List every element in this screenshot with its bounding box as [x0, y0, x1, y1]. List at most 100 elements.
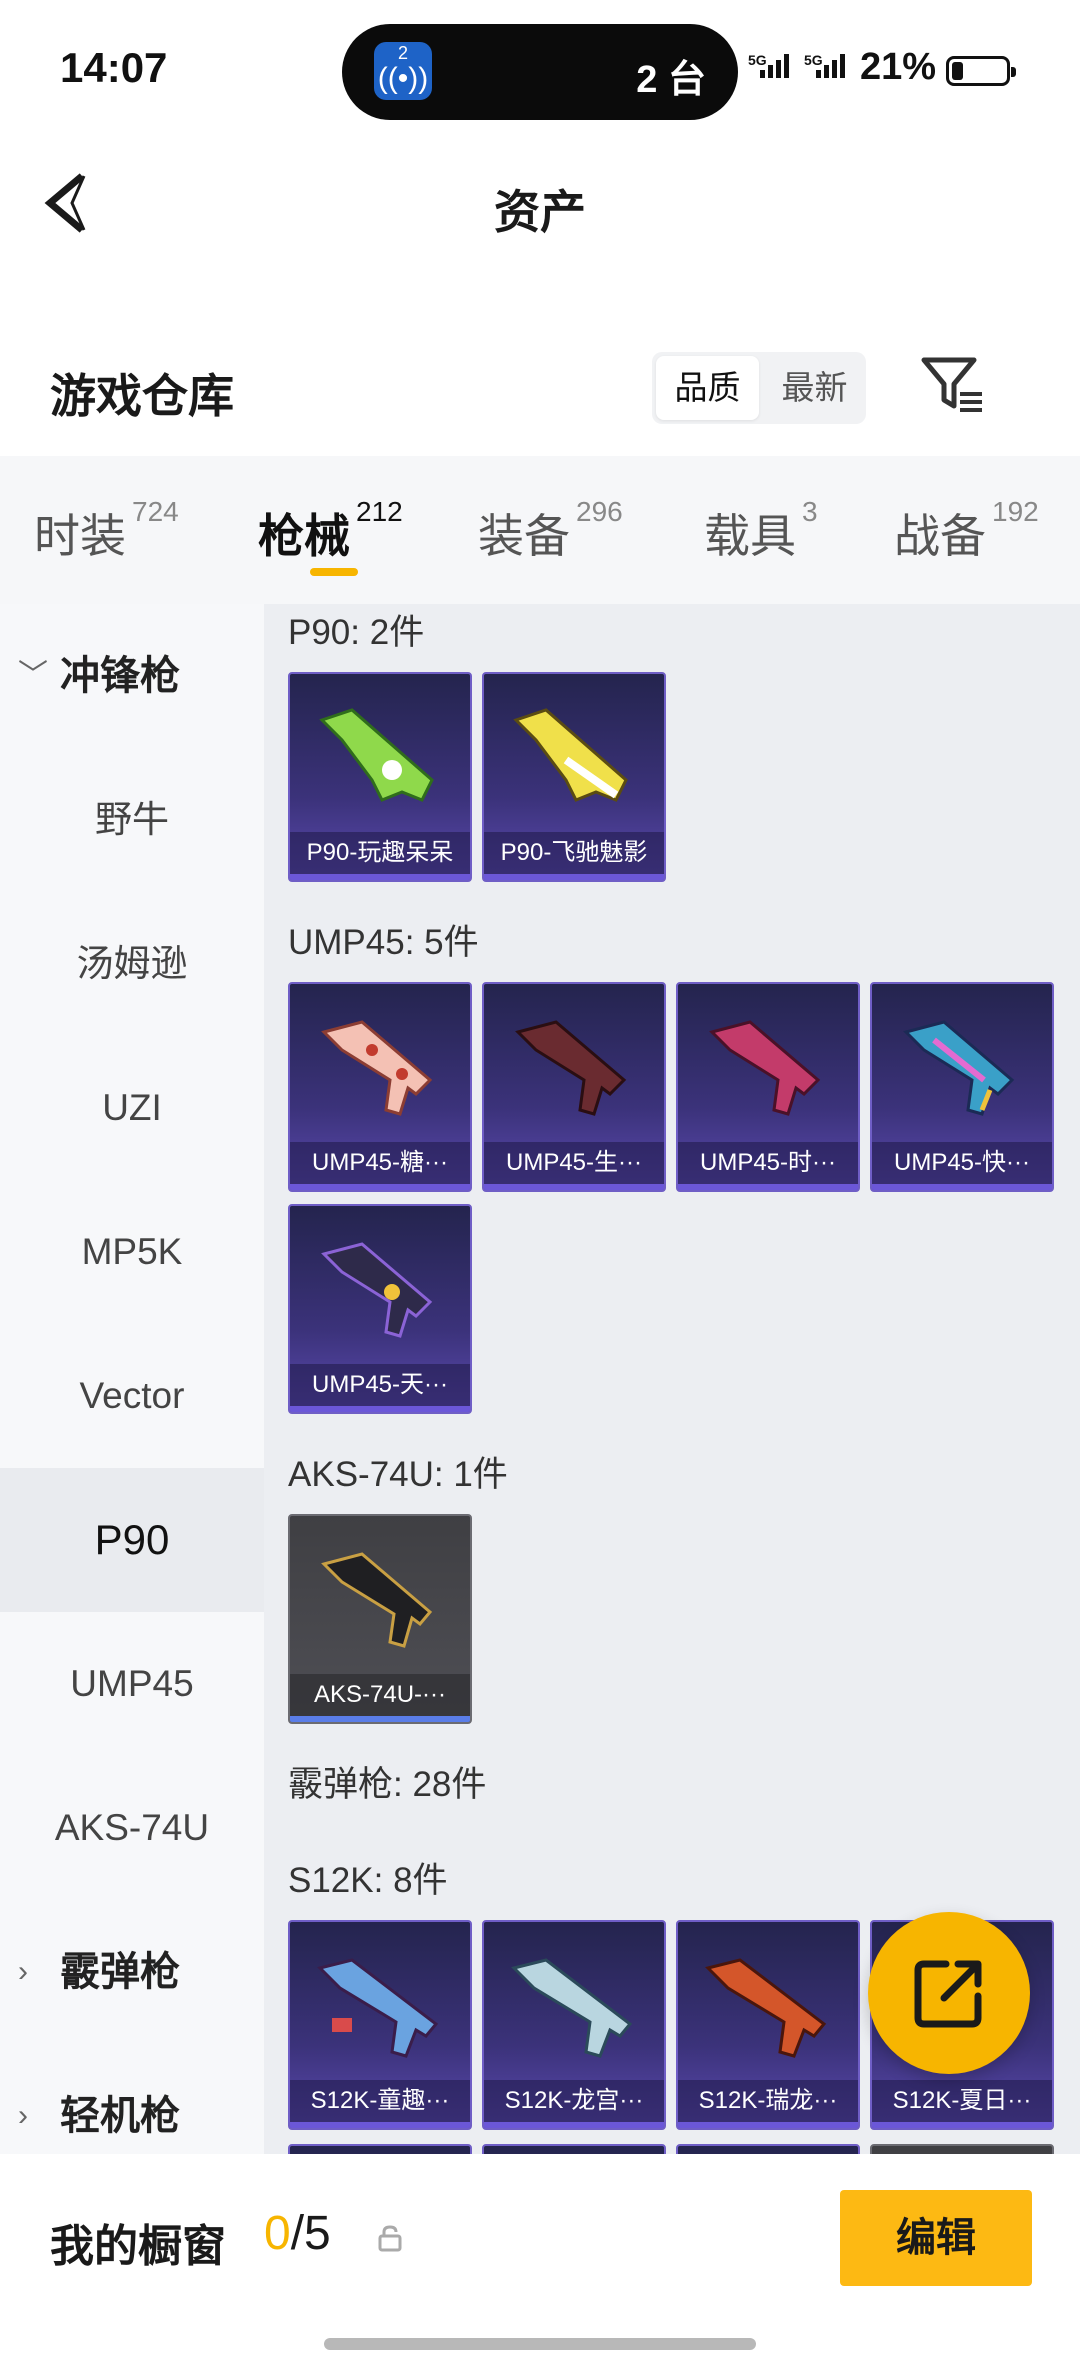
- section-header-s12k: S12K: 8件: [288, 1861, 448, 1900]
- ump45-skin-image: [321, 1020, 433, 1116]
- battery-icon: [946, 56, 1016, 86]
- weapon-name: P90-玩趣呆呆: [290, 832, 470, 874]
- weapon-card[interactable]: UMP45-天···: [288, 1204, 472, 1414]
- island-badge: 2: [397, 43, 408, 63]
- chevron-right-icon: ›: [18, 1955, 28, 1988]
- warehouse-title: 游戏仓库: [50, 370, 234, 422]
- status-bar: 14:07 2 ((•)) 2 台 5G 5G 21%: [0, 0, 1080, 140]
- showcase-count-sep: /: [290, 2207, 305, 2260]
- showcase-count-total: 5: [304, 2207, 331, 2260]
- showcase-count-current: 0: [264, 2207, 291, 2260]
- battery-percent: 21%: [860, 46, 937, 88]
- tab-label: 时装: [34, 510, 126, 562]
- weapon-name: S12K-瑞龙···: [678, 2080, 858, 2122]
- sort-option-quality[interactable]: 品质: [656, 356, 759, 420]
- s12k-skin-image: [511, 1958, 633, 2058]
- weapon-card[interactable]: UMP45-生···: [482, 982, 666, 1192]
- ump45-skin-image: [709, 1020, 821, 1116]
- tab-count: 724: [132, 496, 179, 527]
- weapon-name: P90-飞驰魅影: [484, 832, 664, 874]
- ump45-skin-image: [321, 1242, 433, 1338]
- weapon-name: S12K-龙宫···: [484, 2080, 664, 2122]
- section-header-aks74u: AKS-74U: 1件: [288, 1455, 508, 1494]
- sidebar-item-uzi[interactable]: UZI: [0, 1036, 264, 1180]
- section-header-ump45: UMP45: 5件: [288, 923, 479, 962]
- signal-icon-1: [760, 54, 789, 78]
- s12k-skin-image: [705, 1958, 827, 2058]
- sidebar-item-aks74u[interactable]: AKS-74U: [0, 1756, 264, 1900]
- tab-count: 296: [576, 496, 623, 527]
- p90-skin-image: [513, 708, 628, 802]
- aks74u-skin-image: [321, 1552, 433, 1648]
- tab-supplies[interactable]: 战备 192: [894, 496, 1039, 566]
- weapon-name: AKS-74U-···: [290, 1674, 470, 1716]
- status-time: 14:07: [60, 44, 168, 91]
- weapon-card[interactable]: UMP45-时···: [676, 982, 860, 1192]
- weapon-card[interactable]: [288, 2144, 472, 2154]
- active-tab-indicator: [310, 568, 358, 576]
- weapon-sidebar: ﹀ 冲锋枪 野牛 汤姆逊 UZI MP5K Vector P90 UMP45 AK…: [0, 604, 264, 2154]
- tab-label: 战备: [894, 510, 986, 562]
- weapon-card[interactable]: AKS-74U-···: [288, 1514, 472, 1724]
- broadcast-icon: ((•)): [377, 62, 429, 95]
- filter-icon[interactable]: [920, 354, 984, 414]
- dynamic-island[interactable]: 2 ((•)) 2 台: [342, 24, 738, 120]
- weapon-card[interactable]: [676, 2144, 860, 2154]
- tab-fashion[interactable]: 时装 724: [34, 496, 179, 566]
- lock-icon: [378, 2225, 402, 2252]
- island-count: 2 台: [636, 59, 706, 101]
- sidebar-item-p90[interactable]: P90: [0, 1468, 264, 1612]
- showcase-title: 我的橱窗: [50, 2222, 226, 2271]
- home-indicator[interactable]: [324, 2338, 756, 2350]
- tab-count: 212: [356, 496, 403, 527]
- weapon-name: S12K-童趣···: [290, 2080, 470, 2122]
- share-button[interactable]: [868, 1912, 1030, 2074]
- weapon-name: UMP45-生···: [484, 1142, 664, 1184]
- tab-vehicles[interactable]: 载具 3: [704, 496, 818, 566]
- weapon-card[interactable]: UMP45-快···: [870, 982, 1054, 1192]
- weapon-card[interactable]: [482, 2144, 666, 2154]
- tab-label: 载具: [704, 510, 796, 562]
- sidebar-item-bizon[interactable]: 野牛: [0, 748, 264, 892]
- tab-equipment[interactable]: 装备 296: [478, 496, 623, 566]
- cast-app-icon: 2 ((•)): [374, 42, 432, 100]
- category-tabs: 时装 724 枪械 212 装备 296 载具 3 战备 192: [0, 456, 1080, 604]
- weapon-name: UMP45-时···: [678, 1142, 858, 1184]
- signal-icon-2: [816, 54, 845, 78]
- weapon-card[interactable]: S12K-瑞龙···: [676, 1920, 860, 2130]
- sidebar-item-vector[interactable]: Vector: [0, 1324, 264, 1468]
- weapon-card[interactable]: P90-玩趣呆呆: [288, 672, 472, 882]
- ump45-skin-image: [903, 1020, 1015, 1116]
- weapon-card[interactable]: UMP45-糖···: [288, 982, 472, 1192]
- weapon-card[interactable]: S12K-童趣···: [288, 1920, 472, 2130]
- sidebar-item-mp5k[interactable]: MP5K: [0, 1180, 264, 1324]
- chevron-down-icon: ﹀: [18, 659, 48, 692]
- weapon-name: UMP45-快···: [872, 1142, 1052, 1184]
- weapon-name: UMP45-糖···: [290, 1142, 470, 1184]
- sidebar-group-shotgun[interactable]: › 霰弹枪: [0, 1900, 264, 2044]
- showcase-count: 0/5: [264, 2206, 331, 2261]
- sort-toggle: 品质 最新: [652, 352, 866, 424]
- sidebar-item-thompson[interactable]: 汤姆逊: [0, 892, 264, 1036]
- weapon-name: S12K-夏日···: [872, 2080, 1052, 2122]
- edit-button[interactable]: 编辑: [840, 2190, 1032, 2286]
- s12k-skin-image: [317, 1958, 439, 2058]
- tab-label: 枪械: [258, 510, 350, 562]
- weapon-name: UMP45-天···: [290, 1364, 470, 1406]
- page-title: 资产: [494, 186, 586, 238]
- tab-label: 装备: [478, 510, 570, 562]
- tab-count: 3: [802, 496, 818, 527]
- tab-firearms[interactable]: 枪械 212: [258, 496, 403, 566]
- section-header-p90: P90: 2件: [288, 613, 425, 652]
- sidebar-item-ump45[interactable]: UMP45: [0, 1612, 264, 1756]
- p90-skin-image: [319, 708, 434, 802]
- sidebar-group-smg[interactable]: ﹀ 冲锋枪: [0, 604, 264, 748]
- sort-option-newest[interactable]: 最新: [763, 352, 866, 424]
- weapon-card[interactable]: P90-飞驰魅影: [482, 672, 666, 882]
- weapon-card[interactable]: [870, 2144, 1054, 2154]
- weapon-card[interactable]: S12K-龙宫···: [482, 1920, 666, 2130]
- ump45-skin-image: [515, 1020, 627, 1116]
- tab-count: 192: [992, 496, 1039, 527]
- share-icon: [914, 1960, 982, 2028]
- section-header-shotgun: 霰弹枪: 28件: [288, 1765, 487, 1804]
